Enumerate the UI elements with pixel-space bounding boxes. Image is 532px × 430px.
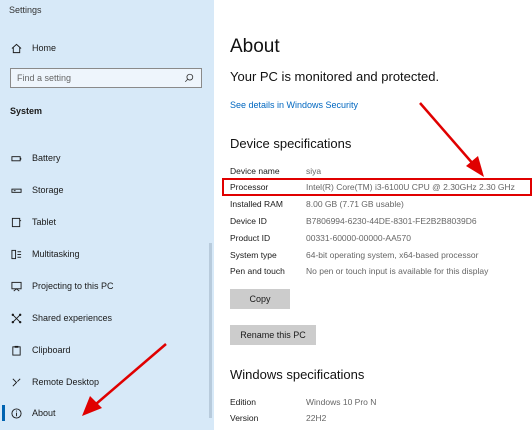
sidebar-item-clipboard[interactable]: Clipboard [0,337,214,363]
main-panel: About Your PC is monitored and protected… [214,0,532,430]
search-icon [184,73,196,83]
spec-value: 8.00 GB (7.71 GB usable) [306,199,404,209]
spec-key: Version [230,413,259,423]
spec-row: System type 64-bit operating system, x64… [230,250,530,266]
security-link[interactable]: See details in Windows Security [230,100,358,110]
search-placeholder: Find a setting [17,73,72,83]
sidebar-item-label: Clipboard [32,345,71,355]
spec-row: Version 22H2 [230,413,530,429]
section-label: System [10,106,43,116]
shared-experiences-icon [10,312,22,324]
spec-value: 00331-60000-00000-AA570 [306,233,411,243]
sidebar-item-tablet[interactable]: Tablet [0,209,214,235]
rename-pc-button[interactable]: Rename this PC [230,325,316,345]
spec-row: Installed RAM 8.00 GB (7.71 GB usable) [230,199,530,215]
sidebar-item-projecting[interactable]: Projecting to this PC [0,273,214,299]
battery-icon [10,152,22,164]
projecting-icon [10,280,22,292]
sidebar-item-label: Tablet [32,217,57,227]
sidebar-item-label: Multitasking [32,249,80,259]
spec-key: Installed RAM [230,199,283,209]
storage-icon [10,184,22,196]
sidebar-item-label: About [32,408,56,418]
spec-key: Device ID [230,216,267,226]
spec-value: No pen or touch input is available for t… [306,266,489,276]
multitasking-icon [10,248,22,260]
processor-highlight-box [222,178,532,196]
remote-desktop-icon [10,376,22,388]
sidebar-scrollbar[interactable] [209,243,212,418]
spec-value: 64-bit operating system, x64-based proce… [306,250,479,260]
sidebar-item-label: Projecting to this PC [32,281,114,291]
window-title: Settings [9,5,42,15]
sidebar: Settings Home Find a setting System Batt… [0,0,214,430]
spec-row: Product ID 00331-60000-00000-AA570 [230,233,530,249]
sidebar-item-multitasking[interactable]: Multitasking [0,241,214,267]
sidebar-item-label: Remote Desktop [32,377,100,387]
device-specs-heading: Device specifications [230,136,352,151]
spec-key: Edition [230,397,256,407]
sidebar-item-label: Storage [32,185,64,195]
tablet-icon [10,216,22,228]
windows-specs-heading: Windows specifications [230,367,365,382]
sidebar-item-about[interactable]: About [0,400,214,426]
sidebar-item-shared-experiences[interactable]: Shared experiences [0,305,214,331]
spec-row: Edition Windows 10 Pro N [230,397,530,413]
sidebar-item-remote-desktop[interactable]: Remote Desktop [0,369,214,395]
spec-key: System type [230,250,277,260]
spec-key: Product ID [230,233,271,243]
page-title: About [230,36,280,57]
copy-button[interactable]: Copy [230,289,290,309]
sidebar-item-storage[interactable]: Storage [0,177,214,203]
spec-value: 22H2 [306,413,327,423]
sidebar-item-battery[interactable]: Battery [0,145,214,171]
spec-value: B7806994-6230-44DE-8301-FE2B2B8039D6 [306,216,477,226]
spec-row: Device ID B7806994-6230-44DE-8301-FE2B2B… [230,216,530,232]
spec-key: Pen and touch [230,266,285,276]
protection-status: Your PC is monitored and protected. [230,69,440,84]
sidebar-item-home[interactable]: Home [0,35,214,61]
spec-value: Windows 10 Pro N [306,397,377,407]
sidebar-item-label: Shared experiences [32,313,113,323]
spec-row: Pen and touch No pen or touch input is a… [230,266,530,282]
clipboard-icon [10,344,22,356]
search-input[interactable]: Find a setting [10,68,202,88]
home-icon [10,42,22,54]
info-icon [10,407,22,419]
sidebar-item-label: Battery [32,153,61,163]
sidebar-item-label: Home [32,43,57,53]
